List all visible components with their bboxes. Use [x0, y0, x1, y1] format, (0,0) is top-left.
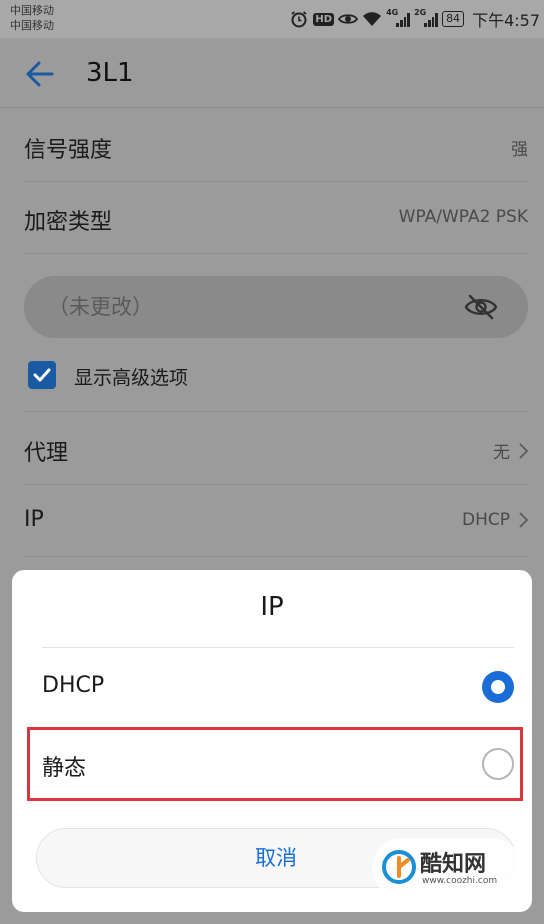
encryption-type-value: WPA/WPA2 PSK	[398, 207, 528, 227]
proxy-label: 代理	[24, 441, 69, 466]
signal-icon-secondary: 2G	[414, 8, 439, 27]
status-bar: 中国移动 中国移动 HD 4G 2G 84 下午4:57	[0, 0, 544, 38]
carrier-label-secondary: 中国移动	[10, 19, 54, 32]
proxy-value-container: 无	[493, 438, 528, 463]
radio-dhcp[interactable]	[482, 671, 514, 703]
encryption-type-label: 加密类型	[24, 210, 113, 235]
battery-indicator: 84	[442, 11, 465, 27]
advanced-options-row[interactable]: 显示高级选项	[24, 340, 528, 412]
page-title: 3L1	[86, 58, 134, 88]
proxy-row[interactable]: 代理 无	[24, 413, 528, 485]
chevron-right-icon	[519, 442, 528, 459]
eye-off-icon[interactable]	[464, 292, 498, 322]
signal-strength-value: 强	[511, 140, 528, 160]
option-dhcp[interactable]: DHCP	[12, 647, 532, 727]
ip-value: DHCP	[462, 510, 510, 530]
option-dhcp-label: DHCP	[42, 673, 105, 698]
wifi-icon	[362, 10, 382, 28]
signal-strength-label: 信号强度	[24, 138, 113, 163]
ip-row[interactable]: IP DHCP	[24, 485, 528, 557]
password-input[interactable]	[48, 291, 448, 323]
advanced-options-label: 显示高级选项	[74, 367, 189, 389]
encryption-type-row: 加密类型 WPA/WPA2 PSK	[24, 182, 528, 254]
clock: 下午4:57	[472, 11, 540, 30]
arrow-left-icon[interactable]	[22, 56, 58, 92]
network-type-label-secondary: 2G	[414, 8, 427, 17]
app-bar: 3L1	[0, 38, 544, 108]
carrier-label: 中国移动	[10, 4, 54, 17]
watermark-name: 酷知网	[420, 852, 487, 877]
proxy-value: 无	[493, 443, 510, 463]
highlight-box	[27, 727, 523, 801]
dialog-title: IP	[260, 592, 284, 622]
eye-comfort-icon	[338, 10, 359, 28]
network-type-label: 4G	[386, 8, 399, 17]
coozhi-logo-icon	[382, 850, 416, 884]
watermark: 酷知网 www.coozhi.com	[372, 838, 522, 898]
advanced-options-checkbox[interactable]	[28, 361, 56, 389]
password-field-container	[24, 276, 528, 338]
hd-badge: HD	[313, 12, 335, 26]
ip-label: IP	[24, 507, 44, 532]
ip-value-container: DHCP	[462, 510, 528, 530]
signal-icon: 4G	[386, 8, 411, 27]
alarm-icon	[289, 10, 309, 28]
chevron-right-icon	[519, 512, 528, 528]
check-icon	[33, 368, 51, 382]
watermark-url: www.coozhi.com	[422, 876, 498, 886]
signal-strength-row: 信号强度 强	[24, 110, 528, 182]
